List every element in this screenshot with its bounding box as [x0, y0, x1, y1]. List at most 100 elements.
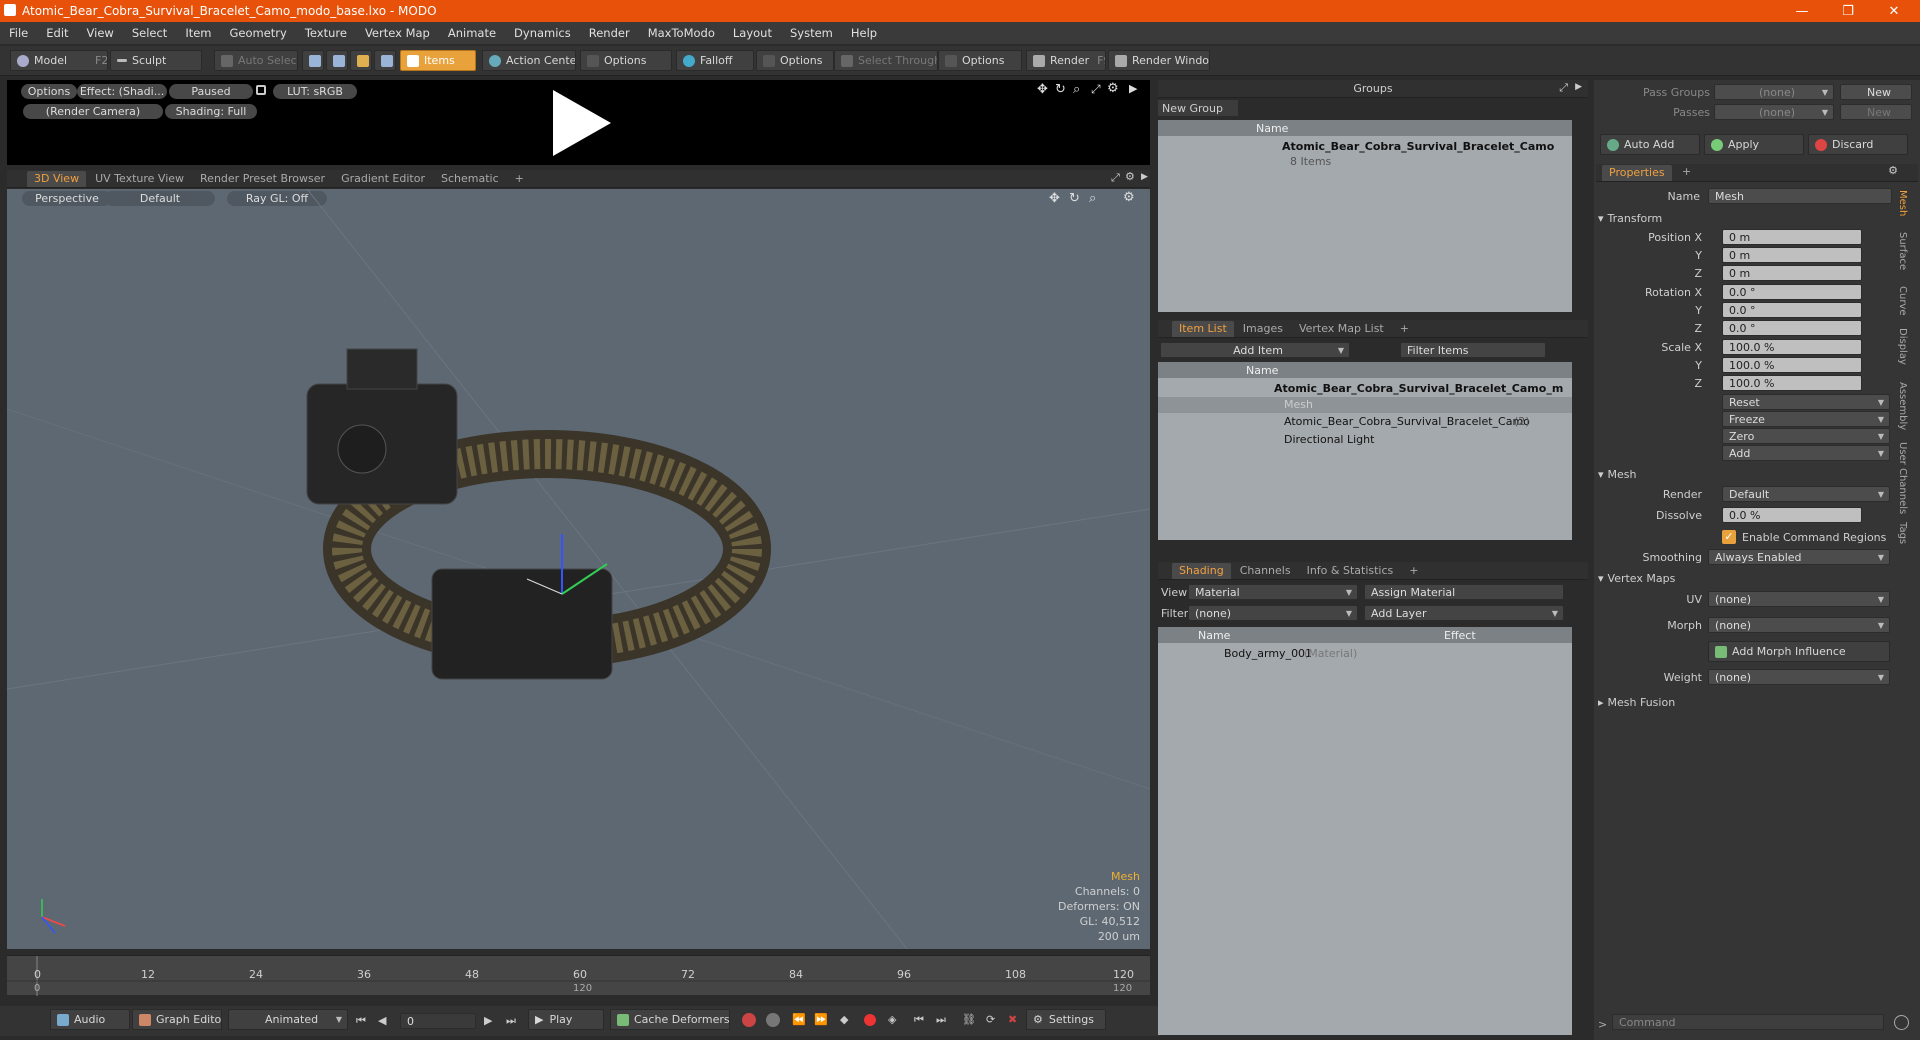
tab-render-preset-browser[interactable]: Render Preset Browser: [193, 171, 332, 187]
minimize-icon[interactable]: —: [1780, 0, 1824, 22]
side-tab-tags[interactable]: Tags: [1897, 522, 1908, 544]
auto-key-icon[interactable]: [766, 1013, 780, 1027]
play-button[interactable]: ▶ Play: [528, 1009, 604, 1030]
cycle-icon[interactable]: ⟳: [986, 1013, 995, 1026]
shader-tree[interactable]: Name Effect Body_army_001 (Material): [1158, 627, 1572, 1035]
menu-file[interactable]: File: [0, 26, 37, 40]
select-through-button[interactable]: Select Through: [834, 50, 938, 71]
render-dropdown[interactable]: Default: [1722, 486, 1890, 502]
close-icon[interactable]: ✕: [1872, 0, 1916, 22]
tab-gradient-editor[interactable]: Gradient Editor: [334, 171, 432, 187]
key-icon[interactable]: ◆: [840, 1013, 848, 1026]
discard-button[interactable]: Discard: [1808, 134, 1908, 155]
tab-item-list[interactable]: Item List: [1172, 320, 1234, 337]
timeline[interactable]: 0 12 24 36 48 60 72 84 96 108 120 0 120 …: [7, 955, 1150, 996]
materials-mode-button[interactable]: [374, 50, 396, 71]
jump-prev-icon[interactable]: ⏮: [914, 1013, 924, 1027]
maximize-panel-icon[interactable]: ⤢: [1111, 171, 1120, 185]
side-tab-display[interactable]: Display: [1897, 328, 1908, 365]
checkbox-checked-icon[interactable]: ✓: [1722, 530, 1736, 544]
position-z-input[interactable]: 0 m: [1722, 265, 1862, 281]
gear-icon[interactable]: ⚙: [1125, 170, 1135, 183]
tab-info-statistics[interactable]: Info & Statistics: [1300, 563, 1401, 579]
chevron-right-icon[interactable]: ▶: [1129, 82, 1137, 95]
tab-images[interactable]: Images: [1236, 321, 1290, 337]
add-dropdown[interactable]: Add: [1722, 445, 1890, 461]
settings-button[interactable]: ⚙ Settings: [1026, 1009, 1106, 1030]
tab-channels[interactable]: Channels: [1233, 563, 1298, 579]
side-tab-mesh[interactable]: Mesh: [1897, 190, 1908, 216]
menu-dynamics[interactable]: Dynamics: [505, 26, 580, 40]
auto-select-button[interactable]: Auto Select: [214, 50, 298, 71]
side-tab-curve[interactable]: Curve: [1897, 286, 1908, 316]
scale-z-input[interactable]: 100.0 %: [1722, 375, 1862, 391]
action-center-options-button[interactable]: Options: [580, 50, 672, 71]
sculpt-button[interactable]: Sculpt: [110, 50, 202, 71]
menu-vertex-map[interactable]: Vertex Map: [356, 26, 439, 40]
side-tab-assembly[interactable]: Assembly: [1897, 382, 1908, 430]
mesh-fusion-section[interactable]: ▸ Mesh Fusion: [1598, 694, 1878, 710]
gear-icon[interactable]: ⚙: [1107, 81, 1119, 96]
new-pass-group-button[interactable]: New: [1840, 84, 1912, 100]
render-window-button[interactable]: Render Window: [1108, 50, 1210, 71]
side-tab-user-channels[interactable]: User Channels: [1897, 442, 1908, 514]
item-row-locator[interactable]: Atomic_Bear_Cobra_Survival_Bracelet_Camo: [1284, 415, 1530, 428]
items-mode-button[interactable]: Items: [400, 50, 476, 71]
menu-help[interactable]: Help: [842, 26, 886, 40]
smoothing-dropdown[interactable]: Always Enabled: [1708, 549, 1890, 565]
passes-dropdown[interactable]: (none): [1714, 104, 1834, 120]
transform-section[interactable]: ▾ Transform: [1598, 210, 1878, 226]
step-forward-icon[interactable]: ▶: [484, 1014, 492, 1027]
menu-maxtomodo[interactable]: MaxToModo: [639, 26, 724, 40]
polygons-mode-button[interactable]: [350, 50, 372, 71]
scale-x-input[interactable]: 100.0 %: [1722, 339, 1862, 355]
effect-dropdown[interactable]: Effect: (Shadi...: [77, 84, 167, 99]
item-list[interactable]: Name Atomic_Bear_Cobra_Survival_Bracelet…: [1158, 362, 1572, 540]
lock-icon[interactable]: [256, 85, 266, 95]
edges-mode-button[interactable]: [326, 50, 348, 71]
zero-dropdown[interactable]: Zero: [1722, 428, 1890, 444]
menu-animate[interactable]: Animate: [439, 26, 505, 40]
freeze-dropdown[interactable]: Freeze: [1722, 411, 1890, 427]
jump-next-icon[interactable]: ⏭: [936, 1013, 946, 1027]
zoom-icon[interactable]: ⌕: [1073, 82, 1080, 97]
morph-dropdown[interactable]: (none): [1708, 617, 1890, 633]
apply-button[interactable]: Apply: [1704, 134, 1804, 155]
add-tab-button[interactable]: +: [508, 171, 531, 187]
tab-schematic[interactable]: Schematic: [434, 171, 506, 187]
menu-edit[interactable]: Edit: [37, 26, 77, 40]
reset-dropdown[interactable]: Reset: [1722, 394, 1890, 410]
action-center-button[interactable]: Action Center: [482, 50, 576, 71]
position-y-input[interactable]: 0 m: [1722, 247, 1862, 263]
vertex-maps-section[interactable]: ▾ Vertex Maps: [1598, 570, 1878, 586]
rotation-z-input[interactable]: 0.0 °: [1722, 320, 1862, 336]
skip-end-icon[interactable]: ⏭: [506, 1014, 516, 1028]
add-item-dropdown[interactable]: Add Item: [1160, 342, 1350, 358]
command-input[interactable]: Command: [1612, 1014, 1884, 1030]
chevron-right-icon[interactable]: ▶: [1141, 172, 1148, 182]
item-row-light[interactable]: Directional Light: [1284, 433, 1374, 446]
falloff-options-button[interactable]: Options: [756, 50, 834, 71]
mesh-section[interactable]: ▾ Mesh: [1598, 466, 1878, 482]
menu-render[interactable]: Render: [580, 26, 639, 40]
delete-key-icon[interactable]: ✖: [1008, 1013, 1017, 1026]
add-layer-dropdown[interactable]: Add Layer: [1364, 605, 1564, 621]
maximize-panel-icon[interactable]: ⤢: [1559, 81, 1568, 95]
tab-vertex-map-list[interactable]: Vertex Map List: [1292, 321, 1391, 337]
filter-items-input[interactable]: Filter Items: [1400, 342, 1546, 358]
scale-y-input[interactable]: 100.0 %: [1722, 357, 1862, 373]
render-camera-dropdown[interactable]: (Render Camera): [23, 104, 163, 119]
menu-texture[interactable]: Texture: [296, 26, 356, 40]
select-options-button[interactable]: Options: [938, 50, 1022, 71]
assign-material-button[interactable]: Assign Material: [1364, 584, 1564, 600]
play-icon[interactable]: [545, 86, 615, 160]
menu-select[interactable]: Select: [123, 26, 176, 40]
view-dropdown[interactable]: Material: [1188, 584, 1358, 600]
rotation-y-input[interactable]: 0.0 °: [1722, 302, 1862, 318]
add-tab-button[interactable]: +: [1402, 563, 1425, 579]
preview-options-button[interactable]: Options: [21, 84, 77, 99]
prev-key-icon[interactable]: ⏪: [792, 1013, 806, 1026]
chevron-right-icon[interactable]: ▶: [1575, 82, 1582, 92]
shading-dropdown[interactable]: Shading: Full: [165, 104, 257, 119]
menu-item[interactable]: Item: [176, 26, 220, 40]
